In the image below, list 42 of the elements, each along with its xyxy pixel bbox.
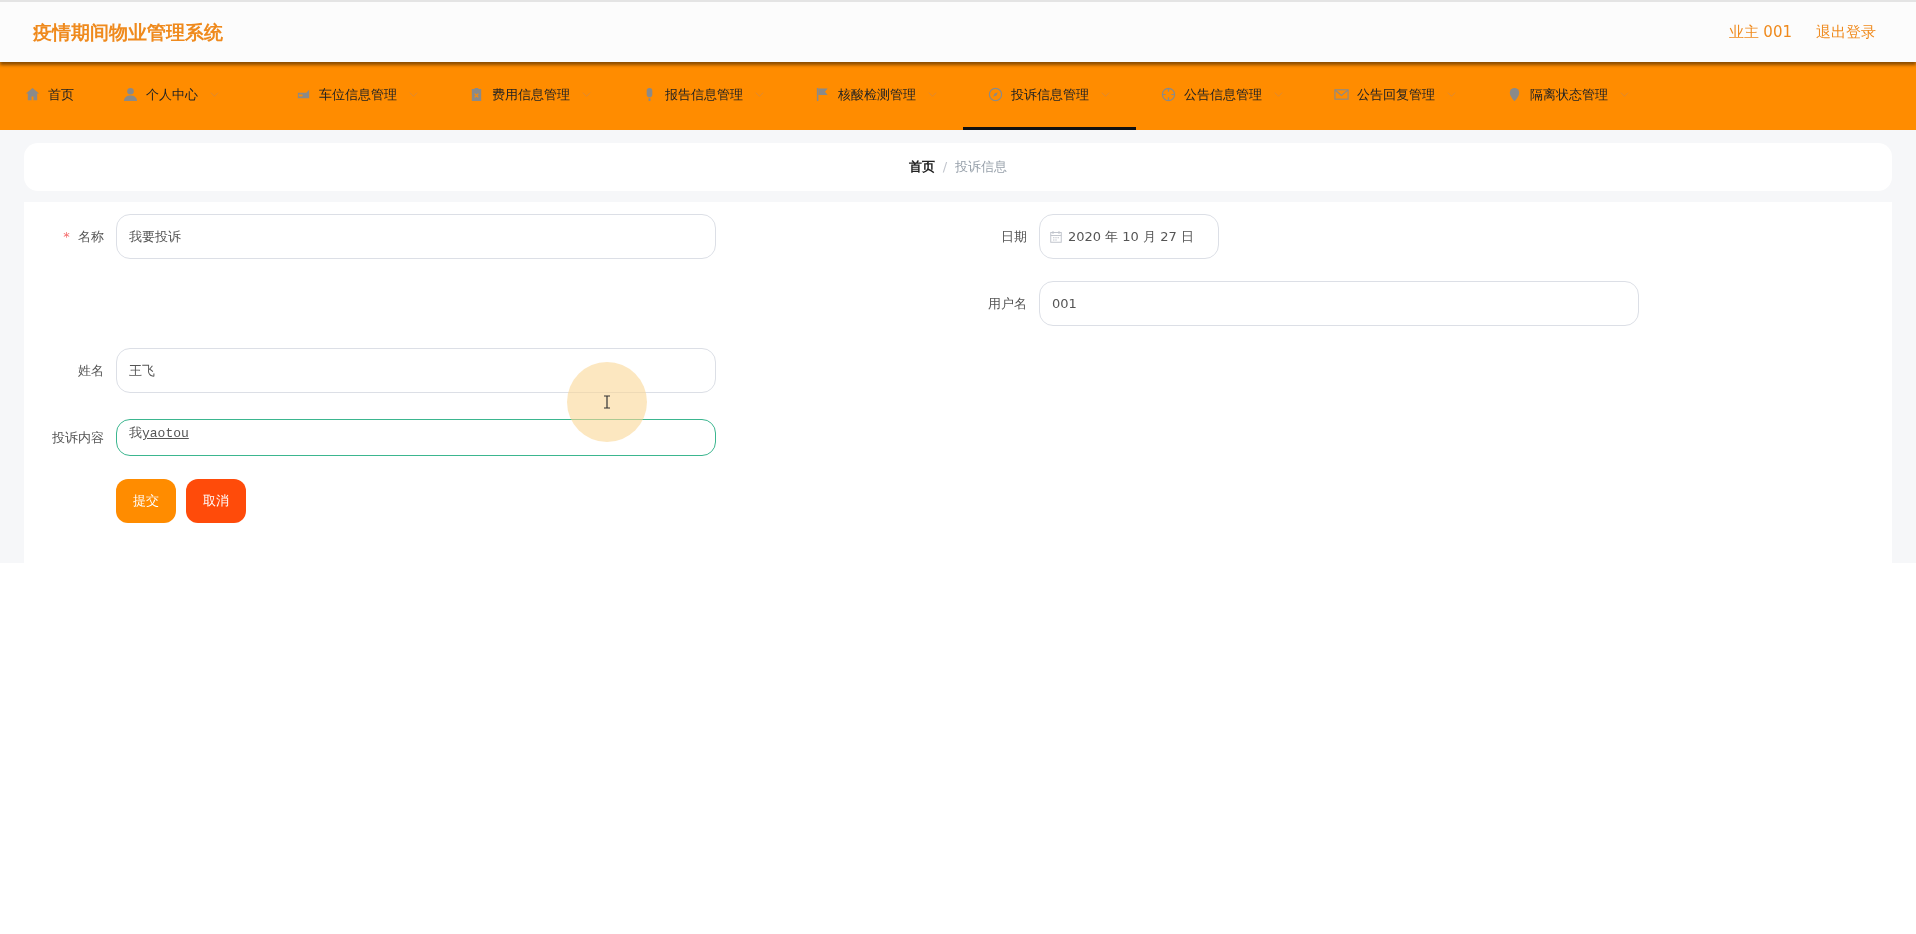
envelope-icon: [1334, 87, 1349, 102]
date-field[interactable]: 2020 年 10 月 27 日: [1039, 214, 1219, 259]
nav-item[interactable]: 首页: [0, 62, 98, 130]
breadcrumb-separator: /: [942, 158, 948, 177]
caret-icon: [409, 90, 418, 99]
caret-icon: [928, 90, 937, 99]
caret-icon: [210, 90, 219, 99]
field-label: 姓名: [77, 361, 105, 380]
caret-icon: [582, 90, 591, 99]
caret-icon: [1274, 90, 1283, 99]
app-title: 疫情期间物业管理系统: [33, 19, 223, 45]
caret-icon: [1447, 90, 1456, 99]
home-icon: [25, 87, 40, 102]
nav-item[interactable]: 车位信息管理: [271, 62, 444, 130]
nav-item[interactable]: 公告回复管理: [1309, 62, 1482, 130]
calendar-icon: [1050, 230, 1062, 243]
caret-icon: [755, 90, 764, 99]
caret-icon: [1620, 90, 1629, 99]
caret-icon: [1101, 90, 1110, 99]
field-label: 日期: [1000, 227, 1028, 246]
breadcrumb-item: 投诉信息: [955, 158, 1008, 177]
input-field[interactable]: 我要投诉: [116, 214, 716, 259]
field-label: * 名称: [62, 227, 105, 246]
field-label: 用户名: [987, 294, 1028, 313]
map-pin-icon: [1507, 87, 1522, 102]
nav-item[interactable]: 费用信息管理: [444, 62, 617, 130]
text-cursor-icon: [603, 395, 611, 409]
nav-item[interactable]: 报告信息管理: [617, 62, 790, 130]
clipboard-icon: [469, 87, 484, 102]
nav-item[interactable]: 个人中心: [98, 62, 271, 130]
flag-icon: [815, 87, 830, 102]
user-icon: [123, 87, 138, 102]
field-label: 投诉内容: [51, 428, 105, 447]
nav-item[interactable]: 公告信息管理: [1136, 62, 1309, 130]
compass-icon: [988, 87, 1003, 102]
breadcrumb-item[interactable]: 首页: [908, 157, 935, 177]
nav-item[interactable]: 隔离状态管理: [1482, 62, 1655, 130]
nav-item[interactable]: 核酸检测管理: [790, 62, 963, 130]
input-field[interactable]: 王飞: [116, 348, 716, 393]
textarea-field[interactable]: 我yaotou: [116, 419, 716, 456]
crosshair-icon: [1161, 87, 1176, 102]
input-field[interactable]: 001: [1039, 281, 1639, 326]
